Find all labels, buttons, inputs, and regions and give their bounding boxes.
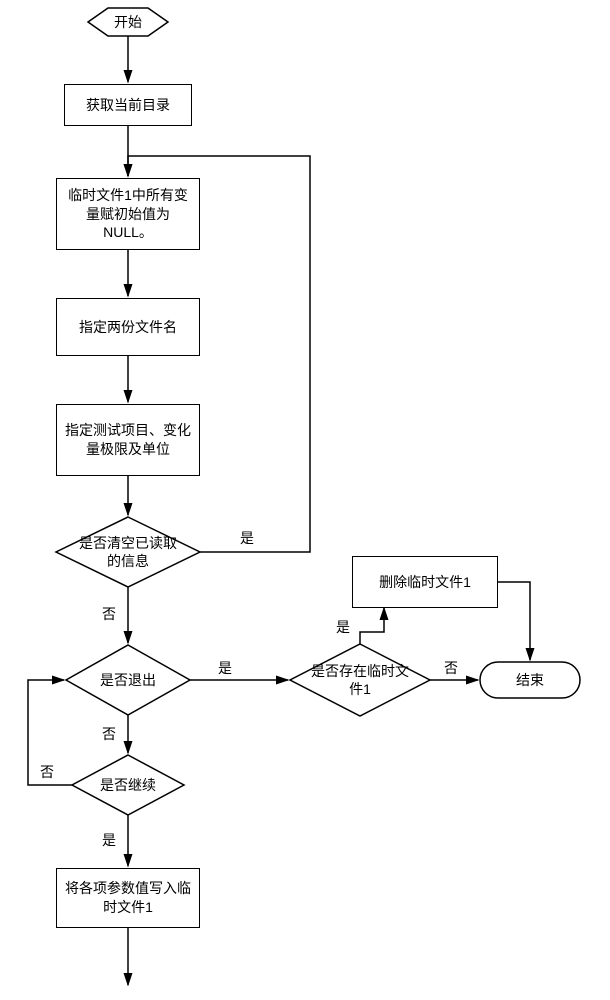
clear-read-yes-label: 是 bbox=[240, 528, 254, 548]
delete-temp-label: 删除临时文件1 bbox=[379, 573, 471, 592]
exit-label: 是否退出 bbox=[100, 671, 156, 689]
start-label: 开始 bbox=[114, 13, 142, 31]
write-params-label: 将各项参数值写入临时文件1 bbox=[63, 879, 193, 917]
clear-read-label: 是否清空已读取的信息 bbox=[73, 534, 183, 570]
specify-items-node: 指定测试项目、变化量极限及单位 bbox=[56, 404, 200, 476]
specify-files-label: 指定两份文件名 bbox=[79, 318, 177, 337]
clear-read-decision: 是否清空已读取的信息 bbox=[56, 517, 200, 587]
clear-read-no-label: 否 bbox=[102, 604, 116, 624]
temp-exists-decision: 是否存在临时文件1 bbox=[290, 644, 430, 716]
start-node: 开始 bbox=[88, 8, 168, 36]
end-label: 结束 bbox=[516, 671, 544, 689]
temp-exists-label: 是否存在临时文件1 bbox=[305, 662, 415, 698]
continue-decision: 是否继续 bbox=[72, 755, 184, 815]
specify-files-node: 指定两份文件名 bbox=[56, 298, 200, 356]
continue-no-label: 否 bbox=[40, 762, 54, 782]
end-node: 结束 bbox=[480, 662, 580, 698]
flowchart-canvas bbox=[0, 0, 610, 1000]
init-null-node: 临时文件1中所有变量赋初始值为NULL。 bbox=[56, 178, 200, 250]
continue-yes-label: 是 bbox=[102, 830, 116, 850]
continue-label: 是否继续 bbox=[100, 776, 156, 794]
get-directory-label: 获取当前目录 bbox=[86, 96, 170, 115]
init-null-label: 临时文件1中所有变量赋初始值为NULL。 bbox=[63, 186, 193, 243]
specify-items-label: 指定测试项目、变化量极限及单位 bbox=[63, 421, 193, 459]
delete-temp-node: 删除临时文件1 bbox=[352, 556, 498, 608]
exit-no-label: 否 bbox=[102, 724, 116, 744]
temp-exists-yes-label: 是 bbox=[336, 617, 350, 637]
exit-decision: 是否退出 bbox=[66, 645, 190, 715]
get-directory-node: 获取当前目录 bbox=[64, 84, 192, 126]
temp-exists-no-label: 否 bbox=[444, 658, 458, 678]
exit-yes-label: 是 bbox=[218, 658, 232, 678]
write-params-node: 将各项参数值写入临时文件1 bbox=[56, 868, 200, 928]
